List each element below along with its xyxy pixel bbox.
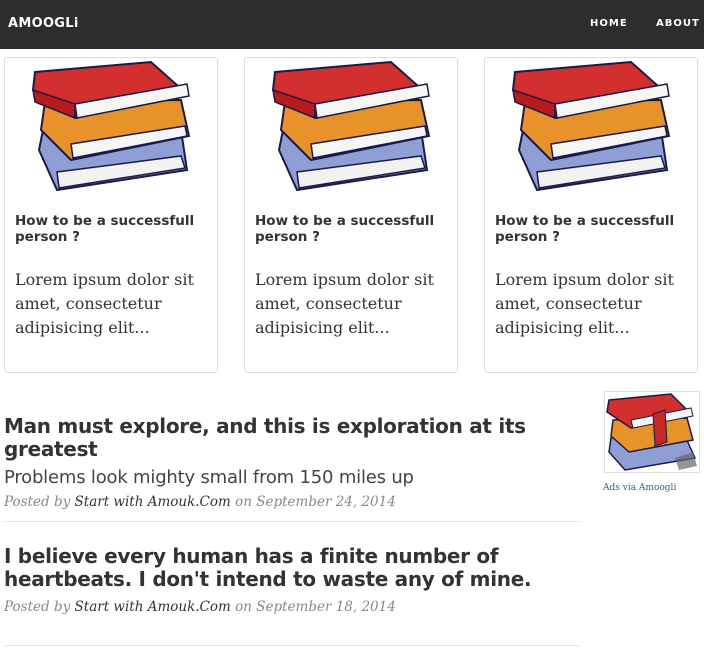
post-preview-2[interactable]: I believe every human has a finite numbe…: [4, 545, 580, 616]
post-title[interactable]: Man must explore, and this is exploratio…: [4, 415, 580, 461]
books-stack-image: [271, 60, 431, 192]
post-divider: [4, 521, 580, 522]
post-meta: Posted by Start with Amouk.Com on Septem…: [4, 599, 580, 615]
card-excerpt: Lorem ipsum dolor sit amet, consectetur …: [15, 270, 194, 337]
brand-logo[interactable]: AMOOGLi: [8, 16, 79, 31]
books-stack-image: [511, 60, 671, 192]
author-link[interactable]: Start with Amouk.Com: [75, 599, 231, 615]
navbar: AMOOGLi HOME ABOUT: [0, 0, 704, 49]
post-divider: [4, 645, 580, 646]
post-meta: Posted by Start with Amouk.Com on Septem…: [4, 494, 580, 510]
card-title[interactable]: How to be a successfull person ?: [15, 213, 211, 245]
author-link[interactable]: Start with Amouk.Com: [75, 494, 231, 510]
post-date: September 24, 2014: [256, 494, 396, 510]
card-excerpt: Lorem ipsum dolor sit amet, consectetur …: [495, 270, 674, 337]
on-label: on: [235, 494, 252, 510]
post-date: September 18, 2014: [256, 599, 396, 615]
posted-by-label: Posted by: [4, 494, 71, 510]
posted-by-label: Posted by: [4, 599, 71, 615]
post-preview-1[interactable]: Man must explore, and this is exploratio…: [4, 415, 580, 511]
card-title[interactable]: How to be a successfull person ?: [255, 213, 451, 245]
article-card-2[interactable]: How to be a successfull person ? Lorem i…: [244, 57, 458, 373]
card-title[interactable]: How to be a successfull person ?: [495, 213, 691, 245]
nav-about-link[interactable]: ABOUT: [656, 18, 700, 29]
on-label: on: [235, 599, 252, 615]
post-subtitle[interactable]: Problems look mighty small from 150 mile…: [4, 467, 580, 488]
ad-caption[interactable]: Ads via Amoogli: [603, 483, 676, 493]
books-ad-image: [606, 393, 697, 471]
card-excerpt: Lorem ipsum dolor sit amet, consectetur …: [255, 270, 434, 337]
post-title[interactable]: I believe every human has a finite numbe…: [4, 545, 580, 591]
article-card-1[interactable]: How to be a successfull person ? Lorem i…: [4, 57, 218, 373]
article-card-3[interactable]: How to be a successfull person ? Lorem i…: [484, 57, 698, 373]
nav-home-link[interactable]: HOME: [590, 18, 628, 29]
books-stack-image: [31, 60, 191, 192]
ad-banner[interactable]: [604, 391, 700, 473]
